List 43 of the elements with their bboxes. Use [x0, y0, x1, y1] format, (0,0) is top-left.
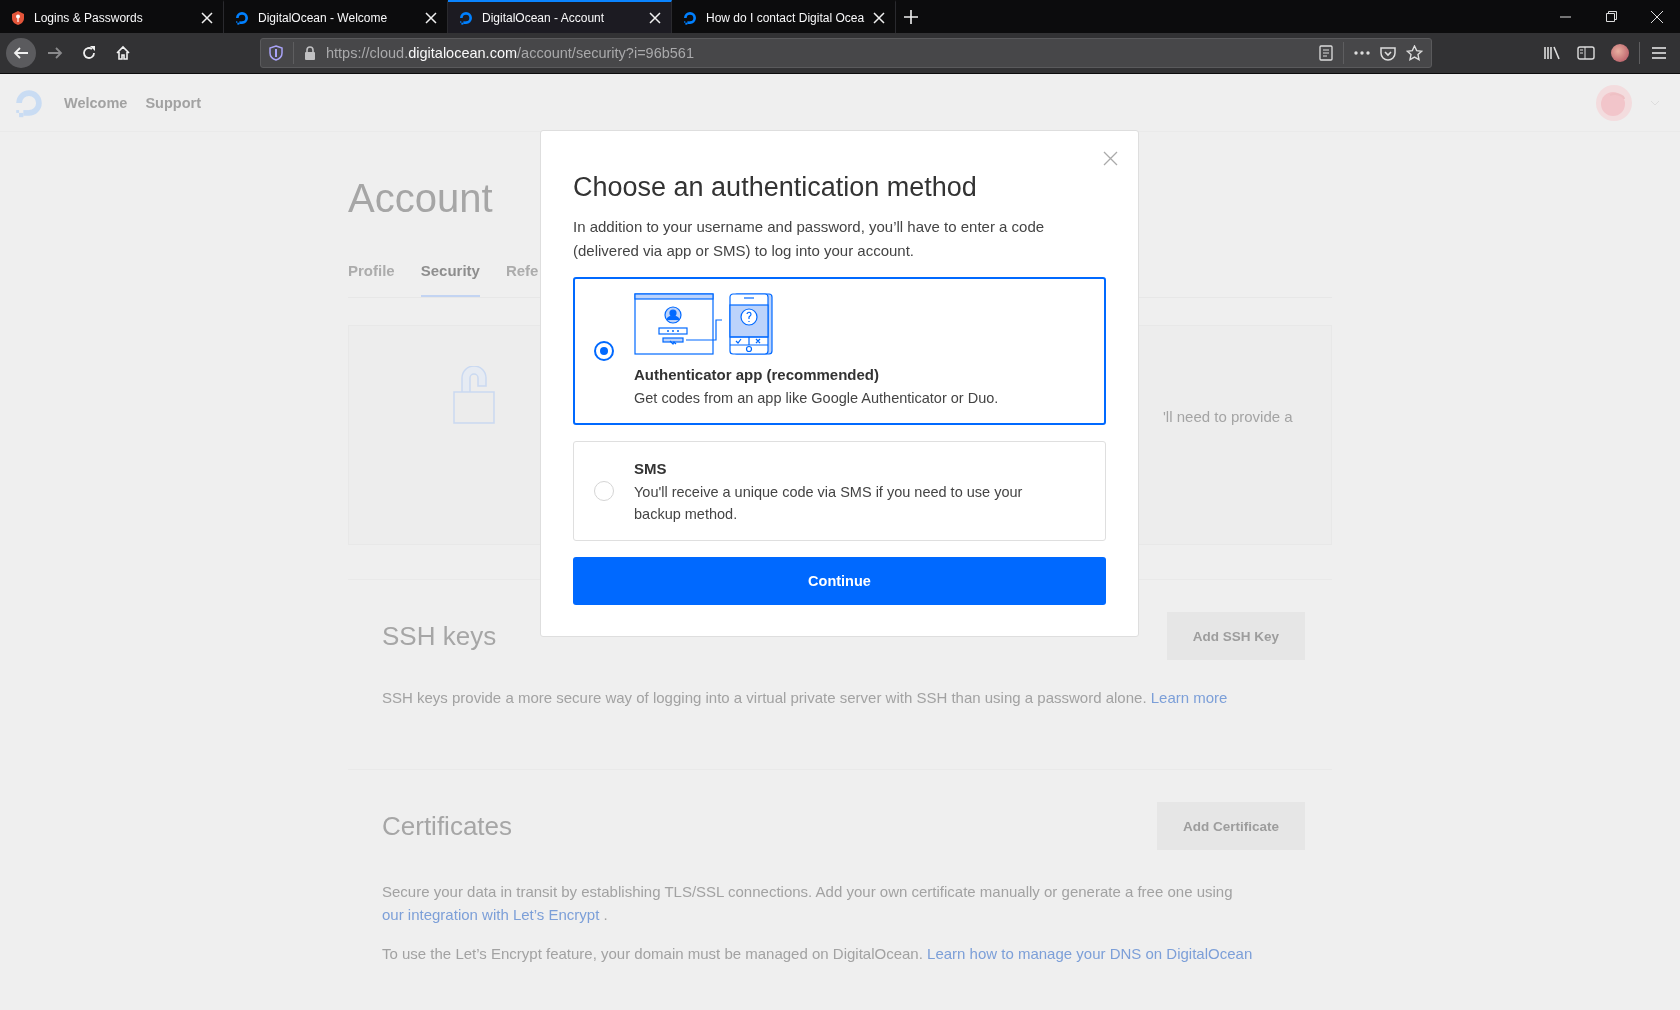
learn-link[interactable]: Learn how to manage your DNS on DigitalOcean: [927, 945, 1253, 962]
close-icon[interactable]: [873, 11, 885, 24]
method-option[interactable]: Authenticator app (recommended) Get codes from an app like Google Authenticator or Duo.: [573, 277, 1106, 425]
option-description: You'll receive a unique code via SMS if you need to use your backup method.: [634, 483, 1024, 524]
close-icon[interactable]: [649, 11, 661, 24]
shield-icon[interactable]: [269, 45, 283, 61]
learn-link[interactable]: Learn more: [1150, 689, 1228, 706]
method-option[interactable]: SMS You'll receive a unique code via SMS if you need to use your backup method.: [573, 441, 1106, 541]
page-tab[interactable]: Profile: [348, 262, 395, 297]
logo-icon: [458, 9, 474, 26]
page-tab[interactable]: Refe: [505, 262, 539, 297]
dialog-title: Choose an authentication method: [573, 172, 978, 203]
radio-button[interactable]: [594, 341, 614, 361]
browser-tab[interactable]: DigitalOcean - Account: [448, 0, 672, 33]
option-title: Authenticator app (recommended): [634, 365, 881, 385]
nav-link[interactable]: Welcome: [64, 94, 128, 111]
lock-icon[interactable]: [304, 46, 316, 60]
more-icon[interactable]: [1354, 51, 1370, 55]
back-icon[interactable]: [6, 38, 36, 68]
continue-button[interactable]: Continue: [573, 557, 1106, 605]
page-title: Account: [348, 175, 493, 222]
section-text: SSH keys provide a more secure way of logging into a virtual private server with SSH than using a password alone. Learn more: [382, 688, 1229, 708]
section-title: Certificates: [382, 810, 513, 842]
option-title: SMS: [634, 459, 668, 479]
section-title: SSH keys: [382, 620, 497, 652]
close-icon[interactable]: [201, 11, 213, 24]
add-button[interactable]: Add Certificate: [1156, 802, 1305, 850]
section-text: Secure your data in transit by establishing TLS/SSL connections. Add your own certificate manually or generate a free one using our integration with Let’s Encrypt .: [382, 882, 1234, 925]
nav-link[interactable]: Support: [145, 94, 201, 111]
page-tab[interactable]: Security: [420, 262, 480, 297]
add-button[interactable]: Add SSH Key: [1166, 612, 1305, 660]
section-text: To use the Let’s Encrypt feature, your domain must be managed on DigitalOcean. Learn how to manage your DNS on DigitalOcean: [382, 944, 1254, 964]
security-text: 'll need to provide a: [1163, 408, 1293, 425]
padlock-icon: [453, 366, 495, 424]
logo-icon: [234, 9, 250, 26]
logo-icon: [682, 9, 698, 26]
close-icon[interactable]: [425, 11, 437, 24]
reader-view-icon[interactable]: [1319, 45, 1333, 61]
star-icon[interactable]: [1406, 45, 1423, 61]
option-description: Get codes from an app like Google Authenticator or Duo.: [634, 389, 999, 408]
dialog-description: In addition to your username and password, you’ll have to enter a code (delivered via app or SMS) to log into your account.: [573, 217, 1046, 261]
pocket-icon[interactable]: [1380, 45, 1396, 61]
learn-link[interactable]: our integration with Let’s Encrypt: [382, 906, 600, 923]
